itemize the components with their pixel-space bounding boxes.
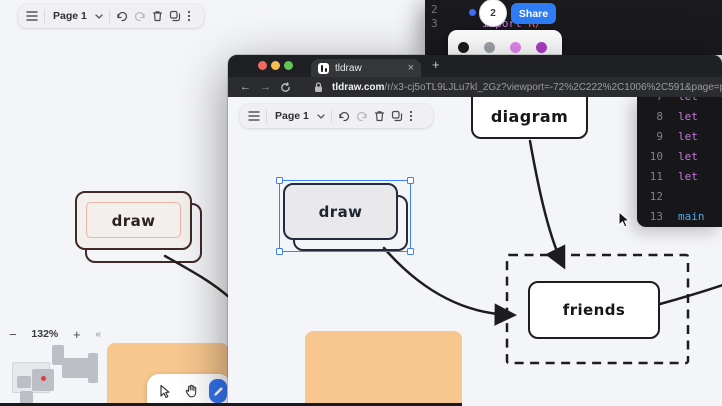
back-button[interactable]: ← [240, 81, 251, 93]
code-line: 11let [637, 166, 722, 186]
trash-icon[interactable] [152, 10, 163, 22]
lock-icon [314, 82, 323, 93]
minimap-user-dot [41, 376, 46, 381]
draw-shape-highlight [86, 202, 181, 238]
tldraw-favicon [318, 63, 329, 74]
divider [109, 10, 110, 23]
friends-shape-label: friends [563, 301, 625, 319]
gutter-line-number: 2 [431, 3, 438, 16]
zoom-out-button[interactable]: − [9, 327, 17, 342]
divider [44, 10, 45, 23]
zoom-in-button[interactable]: + [73, 327, 81, 342]
bg-draw-shape-front[interactable]: draw [75, 191, 192, 250]
selection-handle-se[interactable] [407, 248, 414, 255]
share-button[interactable]: Share [511, 3, 556, 24]
duplicate-icon[interactable] [169, 10, 181, 22]
bg-app-tools-toolbar [147, 374, 231, 406]
undo-icon[interactable] [116, 11, 128, 22]
color-swatch-black[interactable] [458, 42, 469, 53]
menu-icon[interactable] [26, 11, 38, 21]
new-tab-button[interactable]: + [432, 57, 440, 72]
color-swatch-violet[interactable] [536, 42, 547, 53]
screen: Page 1 draw − 132% + « [0, 0, 722, 406]
arrow-draw-to-friends [384, 248, 512, 315]
maximize-window-button[interactable] [284, 61, 293, 70]
code-line: 8let [637, 106, 722, 126]
selection-handle-ne[interactable] [407, 177, 414, 184]
more-options-icon[interactable] [187, 10, 191, 22]
browser-tab[interactable]: tldraw × [311, 59, 421, 77]
code-line: 7let [637, 97, 722, 106]
browser-window: tldraw × + ← → tldraw.com/r/x3-cj5oTL9LJ… [228, 55, 722, 406]
breakpoint-dot [469, 9, 476, 16]
url-text[interactable]: tldraw.com/r/x3-cj5oTL9LJLu7kl_2Gz?viewp… [332, 82, 722, 93]
selection-handle-sw[interactable] [276, 248, 283, 255]
chevron-down-icon[interactable] [95, 14, 103, 19]
browser-address-bar: ← → tldraw.com/r/x3-cj5oTL9LJLu7kl_2Gz?v… [228, 77, 722, 97]
minimize-window-button[interactable] [271, 61, 280, 70]
selection-handle-nw[interactable] [276, 177, 283, 184]
code-line: 12 [637, 186, 722, 206]
code-line: 13main [637, 206, 722, 226]
code-editor-window: 2 3 import R/ 2 Share [425, 0, 722, 55]
collaborator-avatar[interactable]: 2 [479, 0, 507, 27]
tab-title: tldraw [335, 63, 402, 74]
select-tool[interactable] [155, 379, 173, 403]
code-panel: 7let 8let 9let 10let 11let 12 13main [637, 97, 722, 227]
hand-tool[interactable] [182, 379, 200, 403]
forward-button[interactable]: → [260, 81, 271, 93]
bg-app-top-toolbar: Page 1 [18, 4, 204, 28]
mouse-cursor [617, 211, 630, 229]
code-line: 10let [637, 146, 722, 166]
draw-tool[interactable] [209, 379, 227, 403]
tab-close-icon[interactable]: × [408, 62, 414, 74]
gutter-line-number: 3 [431, 17, 438, 30]
bg-connector-line[interactable] [150, 248, 230, 300]
browser-tldraw-canvas[interactable]: Page 1 diagram [228, 97, 722, 406]
friends-shape[interactable]: friends [528, 281, 660, 339]
color-style-panel [448, 30, 562, 55]
arrow-diagram-to-friends [530, 141, 563, 265]
reload-icon[interactable] [280, 82, 291, 93]
selection-outline [279, 180, 411, 252]
redo-icon[interactable] [134, 11, 146, 22]
color-swatch-grey[interactable] [484, 42, 495, 53]
collapse-minimap-button[interactable]: « [95, 329, 101, 340]
line-from-friends [660, 285, 722, 304]
close-window-button[interactable] [258, 61, 267, 70]
zoom-level[interactable]: 132% [31, 328, 58, 340]
code-line: 9let [637, 126, 722, 146]
browser-tab-bar: tldraw × + [228, 55, 722, 77]
zoom-panel: − 132% + « [4, 325, 106, 343]
color-swatch-light-violet[interactable] [510, 42, 521, 53]
page-selector[interactable]: Page 1 [51, 10, 89, 22]
